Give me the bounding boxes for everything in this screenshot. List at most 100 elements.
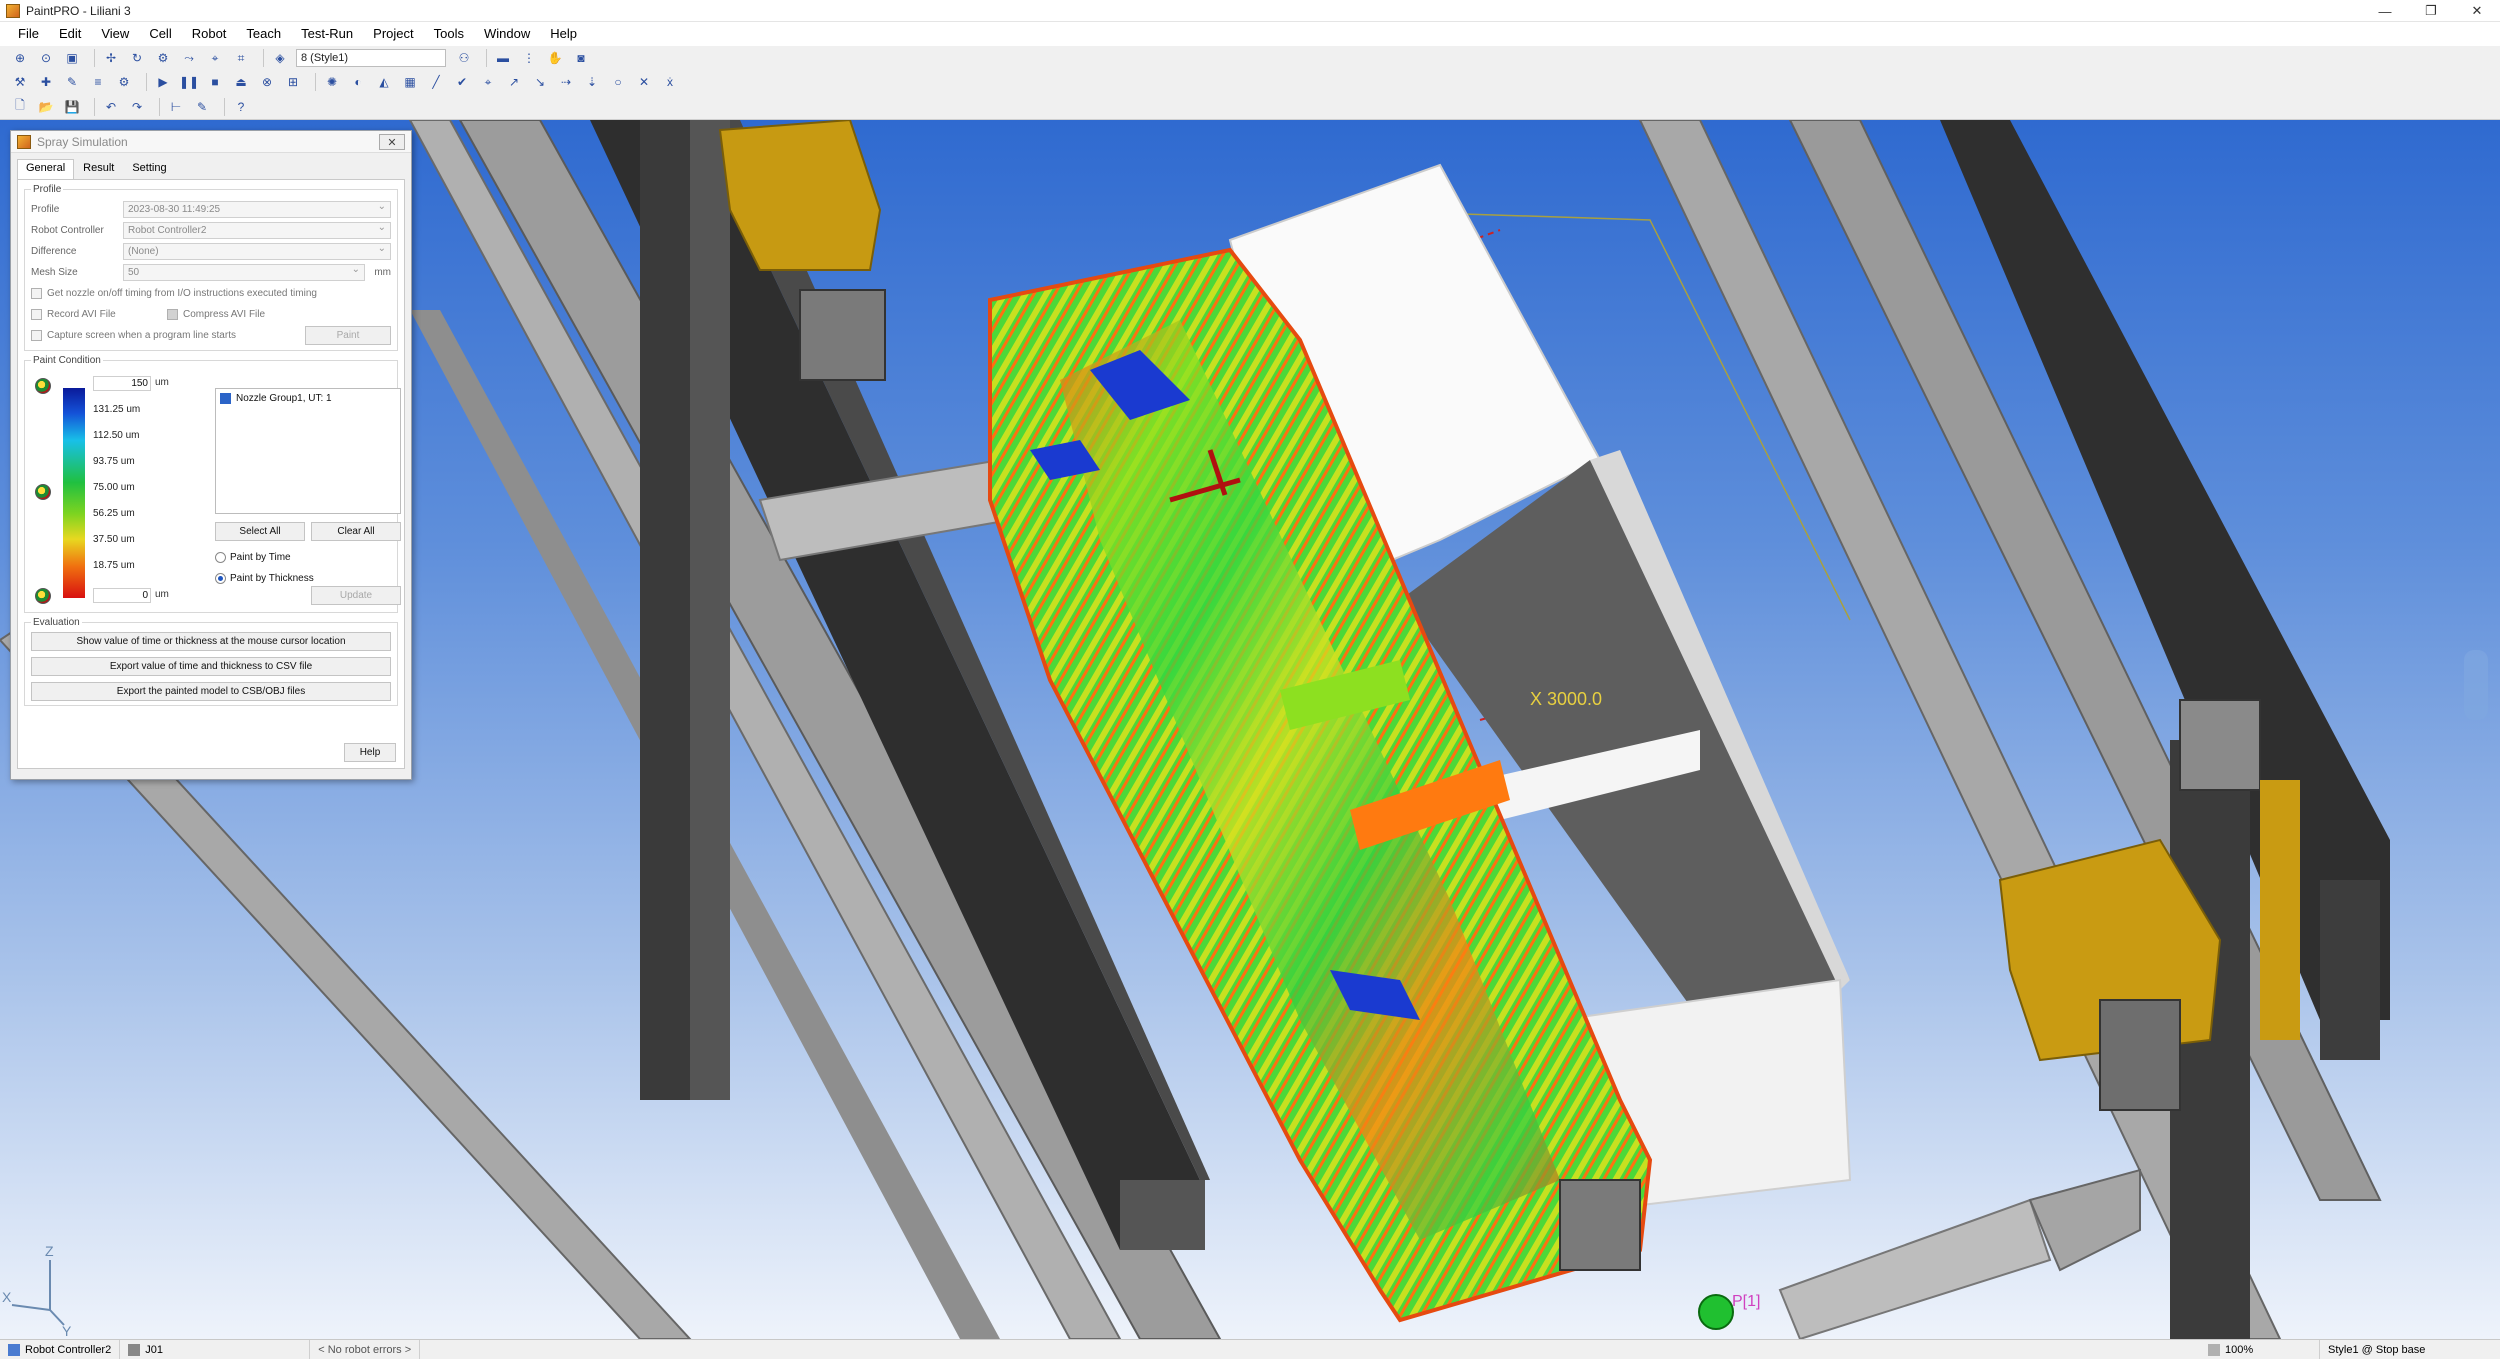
reset-icon[interactable]: ⊗ — [257, 72, 277, 92]
chart-icon[interactable]: ▦ — [400, 72, 420, 92]
open-folder-icon[interactable]: 📂 — [36, 97, 56, 117]
menu-tools[interactable]: Tools — [424, 22, 474, 46]
frame-icon[interactable]: ⌗ — [231, 48, 251, 68]
record-icon[interactable]: ⊞ — [283, 72, 303, 92]
edit-point-icon[interactable]: ✎ — [62, 72, 82, 92]
menu-edit[interactable]: Edit — [49, 22, 91, 46]
compress-avi-checkbox[interactable] — [167, 309, 178, 320]
redo-icon[interactable]: ↷ — [127, 97, 147, 117]
teach-icon[interactable]: ⚒ — [10, 72, 30, 92]
help-button[interactable]: Help — [344, 743, 396, 762]
style-icon[interactable]: ◈ — [270, 48, 290, 68]
robot-select-icon[interactable]: ⚇ — [454, 48, 474, 68]
zoom-fit-icon[interactable]: ▣ — [62, 48, 82, 68]
program-icon[interactable]: ≡ — [88, 72, 108, 92]
update-button[interactable]: Update — [311, 586, 401, 605]
close-window-button[interactable]: ✕ — [2454, 0, 2500, 22]
max-color-ball-icon[interactable] — [35, 378, 51, 394]
rotate-icon[interactable]: ↻ — [127, 48, 147, 68]
robot-jog-icon[interactable]: ⚙ — [153, 48, 173, 68]
io-checkbox[interactable] — [31, 288, 42, 299]
pause-icon[interactable]: ❚❚ — [179, 72, 199, 92]
paint-by-time-radio[interactable] — [215, 552, 226, 563]
profile-select[interactable]: 2023-08-30 11:49:25 — [123, 199, 391, 218]
mid-color-ball-icon[interactable] — [35, 484, 51, 500]
capture-checkbox[interactable] — [31, 330, 42, 341]
hand-icon[interactable]: ✋ — [545, 48, 565, 68]
paint-button[interactable]: Paint — [305, 326, 391, 345]
mesh-select[interactable]: 50 — [123, 262, 365, 281]
path-icon[interactable]: ⤳ — [179, 48, 199, 68]
menu-cell[interactable]: Cell — [139, 22, 181, 46]
move-icon[interactable]: ✢ — [101, 48, 121, 68]
play-icon[interactable]: ▶ — [153, 72, 173, 92]
menu-test-run[interactable]: Test-Run — [291, 22, 363, 46]
arrow2-icon[interactable]: ↘ — [530, 72, 550, 92]
nozzle-icon[interactable]: ◭ — [374, 72, 394, 92]
check-icon[interactable]: ✔ — [452, 72, 472, 92]
list-item[interactable]: Nozzle Group1, UT: 1 — [216, 389, 400, 408]
tree-icon[interactable]: ⊢ — [166, 97, 186, 117]
show-value-button[interactable]: Show value of time or thickness at the m… — [31, 632, 391, 651]
measure-icon[interactable]: ▬ — [493, 48, 513, 68]
dialog-close-button[interactable]: ✕ — [379, 134, 405, 150]
tab-result[interactable]: Result — [74, 159, 123, 179]
select-all-button[interactable]: Select All — [215, 522, 305, 541]
zoom-icon[interactable]: ⊙ — [36, 48, 56, 68]
difference-select[interactable]: (None) — [123, 241, 391, 260]
dialog-title-bar[interactable]: Spray Simulation ✕ — [11, 131, 411, 153]
x-axis-icon[interactable]: ẋ — [660, 72, 680, 92]
target-ball[interactable] — [1698, 1294, 1734, 1330]
cross-icon[interactable]: ✕ — [634, 72, 654, 92]
arrow3-icon[interactable]: ⇢ — [556, 72, 576, 92]
robot-icon[interactable]: ⚙ — [114, 72, 134, 92]
eject-icon[interactable]: ⏏ — [231, 72, 251, 92]
minimize-button[interactable]: — — [2362, 0, 2408, 22]
menu-window[interactable]: Window — [474, 22, 540, 46]
menu-robot[interactable]: Robot — [182, 22, 237, 46]
new-file-icon[interactable]: 🗋 — [10, 97, 30, 117]
stop-icon[interactable]: ■ — [205, 72, 225, 92]
add-point-icon[interactable]: ✚ — [36, 72, 56, 92]
min-value-input[interactable]: 0 — [93, 588, 151, 603]
line-icon[interactable]: ╱ — [426, 72, 446, 92]
grid-icon[interactable]: ⋮ — [519, 48, 539, 68]
style-combo[interactable]: 8 (Style1) — [296, 49, 446, 67]
save-icon[interactable]: 💾 — [62, 97, 82, 117]
program-status-label: J01 — [145, 1343, 163, 1356]
menu-teach[interactable]: Teach — [236, 22, 291, 46]
clear-all-button[interactable]: Clear All — [311, 522, 401, 541]
measure-point-icon[interactable]: ⌖ — [478, 72, 498, 92]
paint-icon[interactable]: ◐ — [348, 72, 368, 92]
export-model-button[interactable]: Export the painted model to CSB/OBJ file… — [31, 682, 391, 701]
pen-icon[interactable]: ✎ — [192, 97, 212, 117]
export-csv-button[interactable]: Export value of time and thickness to CS… — [31, 657, 391, 676]
zoom-in-icon[interactable]: ⊕ — [10, 48, 30, 68]
menu-file[interactable]: File — [8, 22, 49, 46]
spray-icon[interactable]: ✺ — [322, 72, 342, 92]
arrow4-icon[interactable]: ⇣ — [582, 72, 602, 92]
restore-button[interactable]: ❐ — [2408, 0, 2454, 22]
controller-select[interactable]: Robot Controller2 — [123, 220, 391, 239]
record-avi-checkbox[interactable] — [31, 309, 42, 320]
tab-general[interactable]: General — [17, 159, 75, 179]
max-value-input[interactable]: 150 — [93, 376, 151, 391]
tab-setting[interactable]: Setting — [123, 159, 175, 179]
menu-view[interactable]: View — [91, 22, 139, 46]
paint-by-thickness-radio[interactable] — [215, 573, 226, 584]
arrow-icon[interactable]: ↗ — [504, 72, 524, 92]
menu-project[interactable]: Project — [363, 22, 423, 46]
menu-help[interactable]: Help — [540, 22, 587, 46]
min-color-ball-icon[interactable] — [35, 588, 51, 604]
target-icon[interactable]: ⌖ — [205, 48, 225, 68]
zoom-status[interactable]: 100% — [2200, 1340, 2320, 1359]
viewport-side-handle[interactable] — [2464, 650, 2488, 720]
help-icon[interactable]: ? — [231, 97, 251, 117]
circle-icon[interactable]: ○ — [608, 72, 628, 92]
program-status[interactable]: J01 — [120, 1339, 311, 1359]
controller-status[interactable]: Robot Controller2 — [0, 1339, 121, 1359]
undo-icon[interactable]: ↶ — [101, 97, 121, 117]
nozzle-checkbox[interactable] — [220, 393, 231, 404]
camera-icon[interactable]: ◙ — [571, 48, 591, 68]
style-status[interactable]: Style1 @ Stop base — [2320, 1340, 2500, 1359]
